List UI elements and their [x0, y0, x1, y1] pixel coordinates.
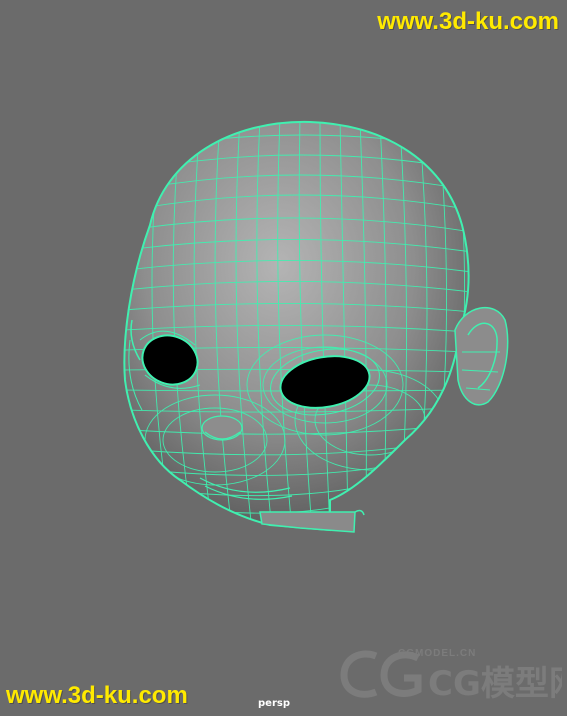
- cg-logo-small-text: CGMODEL.CN: [398, 648, 477, 659]
- right-ear: [454, 306, 509, 406]
- watermark-bottom-left: www.3d-ku.com: [6, 682, 188, 709]
- cg-logo-main-text: CG模型网: [428, 664, 562, 704]
- cgmodel-logo: CG模型网 CGMODEL.CN: [336, 640, 567, 706]
- persp-viewport[interactable]: www.3d-ku.com www.3d-ku.com CG模型网 CGMODE…: [0, 0, 567, 716]
- neck-flap: [259, 511, 356, 533]
- watermark-top-right: www.3d-ku.com: [377, 8, 559, 35]
- head-model[interactable]: [0, 0, 567, 716]
- nose: [201, 415, 243, 441]
- camera-label: persp: [258, 698, 290, 709]
